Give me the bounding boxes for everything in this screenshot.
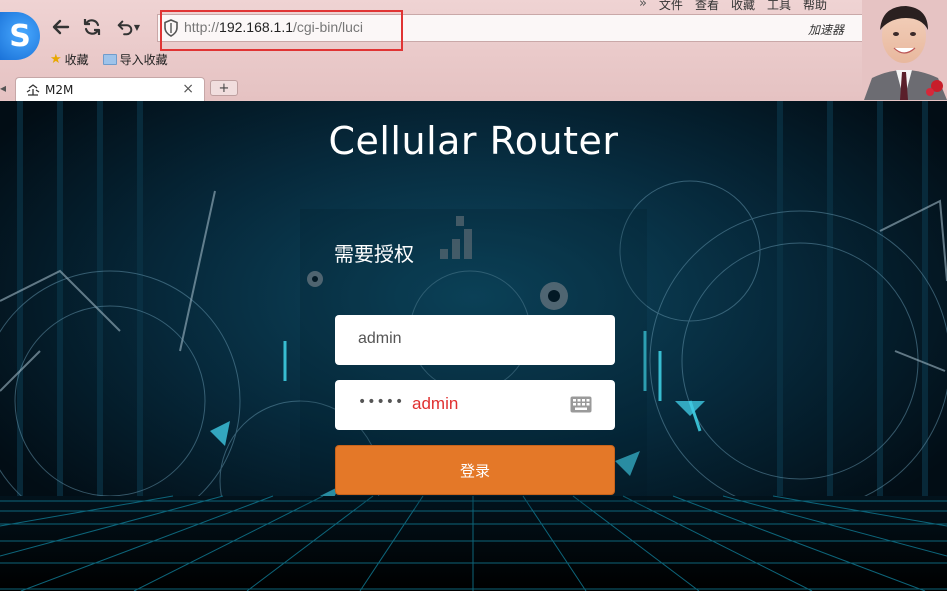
menu-help[interactable]: 帮助 (803, 0, 827, 13)
keyboard-icon[interactable] (570, 396, 592, 413)
router-favicon-icon (26, 83, 40, 96)
tab-title: M2M (45, 82, 74, 97)
bookmarks-bar: ★ 收藏 导入收藏 (50, 51, 168, 68)
folder-icon (102, 54, 117, 65)
bookmark-label: 收藏 (64, 53, 89, 67)
menu-view[interactable]: 查看 (695, 0, 719, 13)
accelerator-label[interactable]: 加速器 (808, 21, 844, 38)
undo-dropdown-icon[interactable]: ▼ (134, 23, 140, 32)
page-title: Cellular Router (328, 119, 619, 163)
tab-close-icon[interactable]: × (182, 81, 194, 97)
avatar-image (862, 0, 947, 100)
password-input[interactable]: ••••• admin (335, 380, 615, 430)
undo-icon (117, 20, 133, 36)
username-input[interactable]: admin (335, 315, 615, 365)
menu-overflow-icon[interactable]: » (639, 0, 647, 13)
menu-bar: » 文件 查看 收藏 工具 帮助 (639, 0, 827, 13)
browser-logo[interactable]: S (0, 12, 40, 60)
back-arrow-icon (52, 19, 70, 35)
new-tab-button[interactable]: + (210, 80, 238, 96)
browser-chrome: » 文件 查看 收藏 工具 帮助 S ▼ http://192.168.1.1/… (0, 0, 947, 101)
refresh-icon (83, 19, 101, 35)
star-icon: ★ (50, 52, 62, 67)
password-annotation: admin (412, 394, 459, 413)
username-value: admin (358, 330, 402, 347)
menu-tools[interactable]: 工具 (767, 0, 791, 13)
login-button[interactable]: 登录 (335, 445, 615, 495)
tab-m2m[interactable]: M2M × (15, 77, 205, 101)
refresh-button[interactable] (80, 15, 104, 39)
bookmark-label: 导入收藏 (119, 53, 168, 67)
undo-button[interactable]: ▼ (110, 15, 146, 39)
auth-heading: 需要授权 (334, 242, 414, 266)
password-mask: ••••• (358, 394, 405, 410)
bookmark-import[interactable]: 导入收藏 (102, 51, 168, 68)
avatar[interactable] (862, 0, 947, 100)
router-login-page: Cellular Router 需要授权 admin ••••• admin 登… (0, 101, 947, 591)
address-highlight-box (160, 10, 403, 51)
logo-letter: S (9, 18, 31, 54)
menu-favorites[interactable]: 收藏 (731, 0, 755, 13)
bookmark-favorites[interactable]: ★ 收藏 (50, 51, 89, 68)
back-button[interactable] (49, 15, 73, 39)
tab-scroll-left-icon[interactable]: ◂ (0, 81, 6, 95)
menu-file[interactable]: 文件 (659, 0, 683, 13)
